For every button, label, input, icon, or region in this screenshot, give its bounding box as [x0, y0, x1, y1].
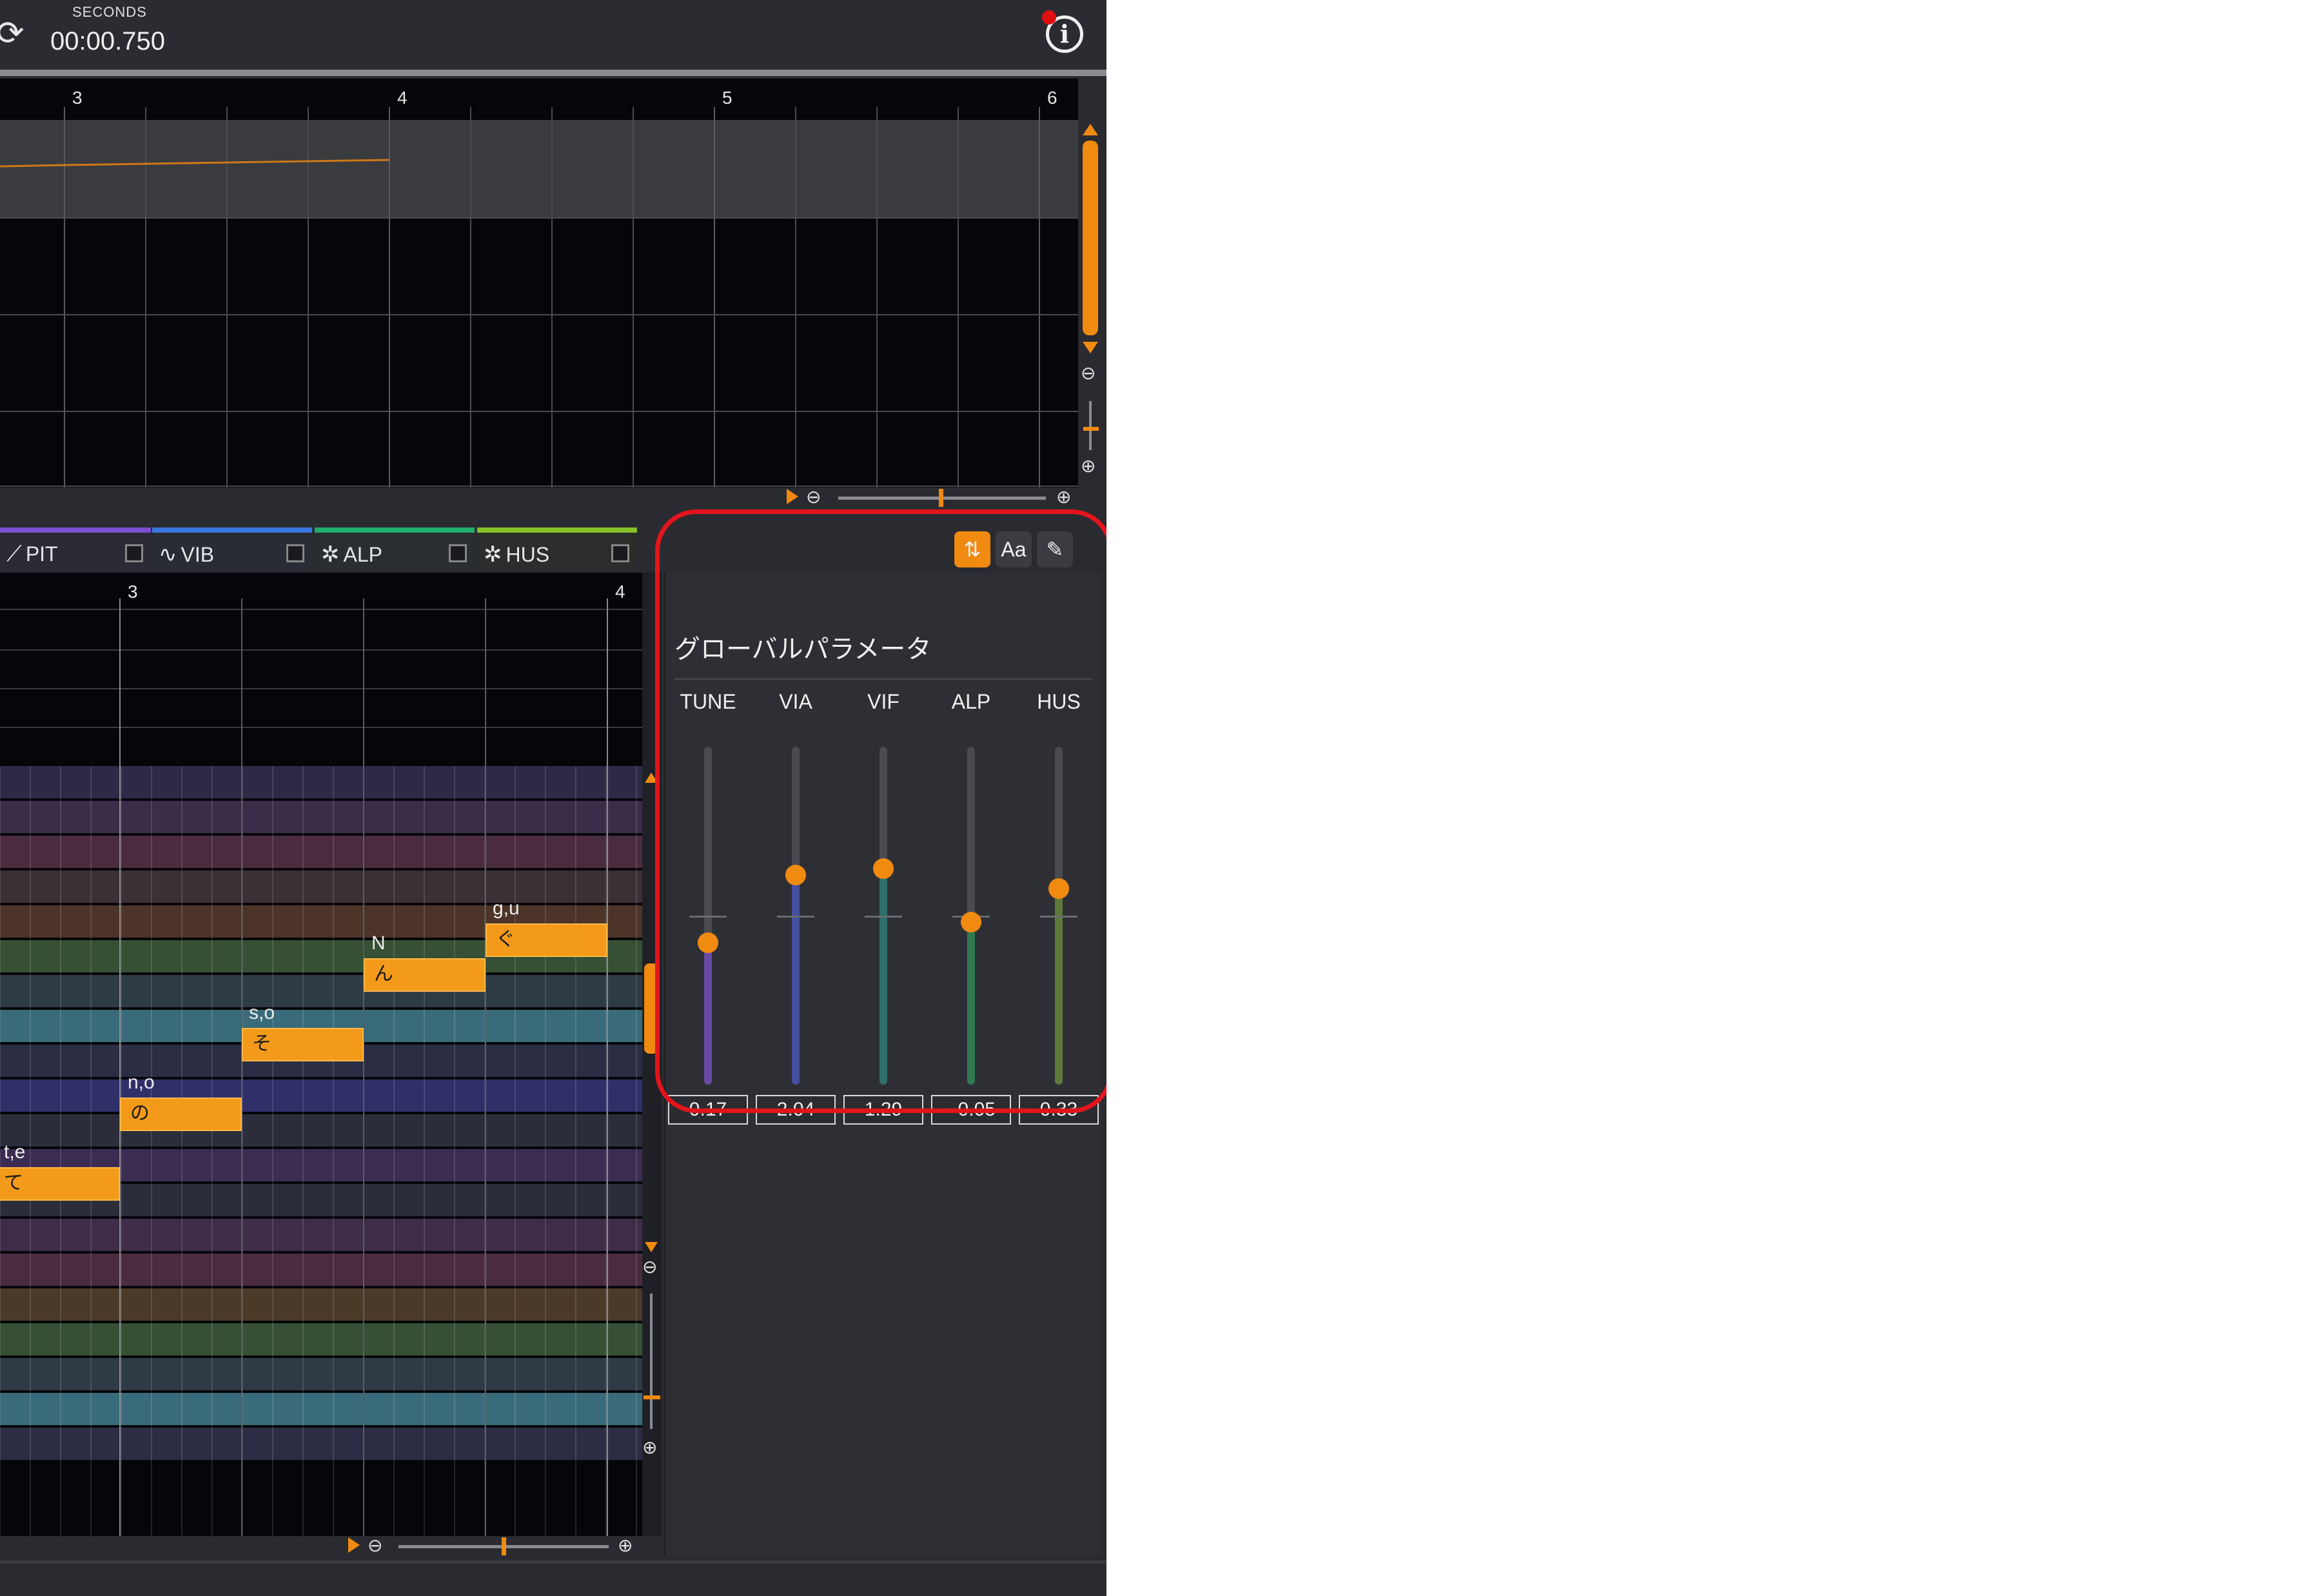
zoom-in-icon[interactable]: ⊕	[642, 1437, 657, 1458]
play-marker-icon[interactable]	[787, 489, 798, 504]
horizontal-zoom-thumb[interactable]	[502, 1537, 506, 1555]
zoom-out-icon[interactable]: ⊖	[1081, 362, 1096, 384]
scroll-down-arrow-icon[interactable]	[1083, 342, 1098, 353]
note-phoneme: N	[371, 932, 386, 954]
note-block[interactable]: の	[120, 1098, 242, 1131]
timeline-grid	[0, 107, 1078, 488]
hus-visibility-checkbox[interactable]	[611, 544, 629, 562]
tab-pit[interactable]: ⟋ PIT	[0, 527, 151, 570]
play-marker-icon[interactable]	[348, 1537, 360, 1553]
vib-visibility-checkbox[interactable]	[286, 544, 304, 562]
note-block[interactable]: そ	[242, 1028, 364, 1061]
tab-label: HUS	[506, 543, 550, 566]
parameter-track-tabs: ⟋ PIT ∿ VIB ✲ ALP ✲ HUS	[0, 527, 642, 573]
tab-label: VIB	[181, 543, 215, 566]
loop-icon[interactable]: ⟳	[0, 17, 25, 50]
alp-visibility-checkbox[interactable]	[449, 544, 467, 562]
vertical-zoom-track[interactable]	[1089, 401, 1092, 450]
note-block[interactable]: ん	[364, 958, 486, 992]
piano-roll[interactable]: 3 4 t,e て n,o の s,o そ N ん g,u ぐ	[0, 573, 642, 1536]
zoom-in-icon[interactable]: ⊕	[618, 1535, 633, 1556]
vertical-scrollbar[interactable]	[1081, 124, 1100, 433]
note-phoneme: g,u	[493, 898, 520, 919]
note-phoneme: n,o	[128, 1072, 155, 1093]
parameter-timeline-pane[interactable]: 3 4 5 6 ⊖ ⊕	[0, 79, 1099, 488]
zoom-out-icon[interactable]: ⊖	[642, 1256, 657, 1277]
status-bar	[0, 1561, 1106, 1596]
note-block[interactable]: ぐ	[486, 923, 607, 957]
zoom-in-icon[interactable]: ⊕	[1081, 455, 1096, 477]
vertical-zoom-track[interactable]	[650, 1294, 653, 1429]
note-phoneme: t,e	[4, 1141, 26, 1163]
time-display[interactable]: 00:00.750	[50, 27, 165, 56]
husky-icon: ✲	[484, 542, 502, 567]
transport-divider	[0, 70, 1106, 76]
vertical-zoom-thumb[interactable]	[644, 1395, 660, 1399]
highlight-annotation	[655, 509, 1106, 1113]
horizontal-zoom-thumb[interactable]	[939, 489, 943, 507]
tab-vib[interactable]: ∿ VIB	[152, 527, 312, 570]
zoom-out-icon[interactable]: ⊖	[806, 486, 821, 507]
alpha-icon: ✲	[321, 542, 340, 567]
pitch-curve-icon: ⟋	[6, 542, 22, 566]
notification-dot	[1042, 10, 1056, 25]
note-phoneme: s,o	[249, 1002, 275, 1023]
tab-hus[interactable]: ✲ HUS	[477, 527, 637, 570]
vocal-editor-window: ⟳ SECONDS 00:00.750 i 3 4 5 6 ⊖ ⊕ ⊖ ⊕ ⟋ …	[0, 0, 1106, 1596]
vibrato-icon: ∿	[159, 542, 177, 567]
time-unit-label: SECONDS	[72, 4, 147, 20]
scroll-thumb[interactable]	[1083, 141, 1098, 335]
tab-alp[interactable]: ✲ ALP	[315, 527, 475, 570]
zoom-in-icon[interactable]: ⊕	[1056, 486, 1071, 507]
vertical-zoom-thumb[interactable]	[1083, 427, 1099, 431]
transport-bar: ⟳ SECONDS 00:00.750 i	[0, 0, 1106, 70]
tab-label: ALP	[343, 543, 382, 566]
zoom-out-icon[interactable]: ⊖	[368, 1535, 382, 1556]
tab-label: PIT	[25, 542, 58, 566]
scroll-down-arrow-icon[interactable]	[645, 1242, 658, 1252]
note-block[interactable]: て	[0, 1167, 120, 1201]
pit-visibility-checkbox[interactable]	[125, 544, 143, 562]
scroll-up-arrow-icon[interactable]	[1083, 124, 1098, 135]
